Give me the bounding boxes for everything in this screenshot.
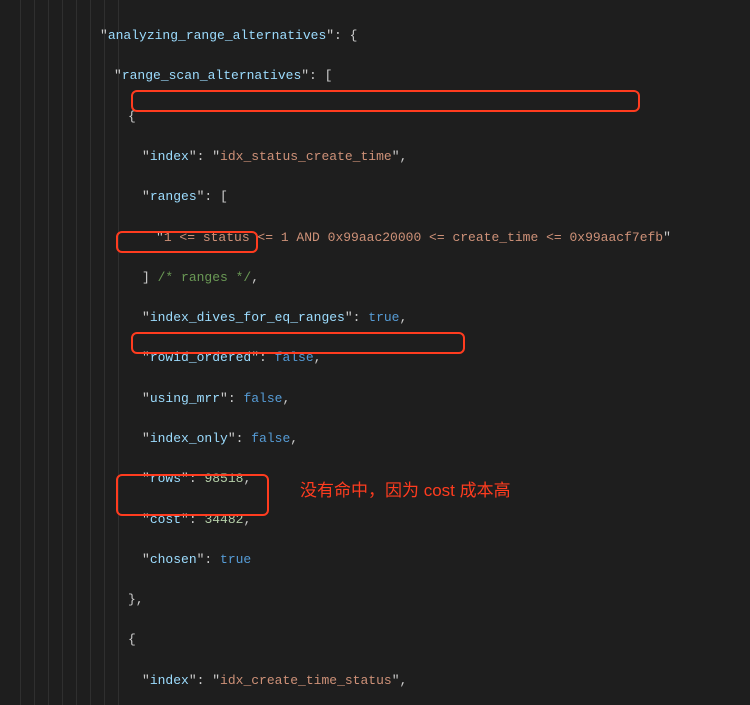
alt1-range-value: "1 <= status <= 1 AND 0x99aac20000 <= cr… <box>20 228 750 248</box>
alt1-cost: "cost": 34482, <box>20 510 750 530</box>
object-close: }, <box>20 590 750 610</box>
alt1-rowid: "rowid_ordered": false, <box>20 348 750 368</box>
alt1-mrr: "using_mrr": false, <box>20 389 750 409</box>
alt1-index: "index": "idx_status_create_time", <box>20 147 750 167</box>
key-rsa: "range_scan_alternatives": [ <box>20 66 750 86</box>
object-open: { <box>20 107 750 127</box>
code-block: "analyzing_range_alternatives": { "range… <box>0 0 750 705</box>
alt1-chosen: "chosen": true <box>20 550 750 570</box>
alt1-idxdives: "index_dives_for_eq_ranges": true, <box>20 308 750 328</box>
alt1-io: "index_only": false, <box>20 429 750 449</box>
alt2-index: "index": "idx_create_time_status", <box>20 671 750 691</box>
alt1-ranges-key: "ranges": [ <box>20 187 750 207</box>
alt1-ranges-close: ] /* ranges */, <box>20 268 750 288</box>
object-open: { <box>20 630 750 650</box>
alt1-rows: "rows": 98518, <box>20 469 750 489</box>
key-analyzing: "analyzing_range_alternatives": { <box>20 26 750 46</box>
